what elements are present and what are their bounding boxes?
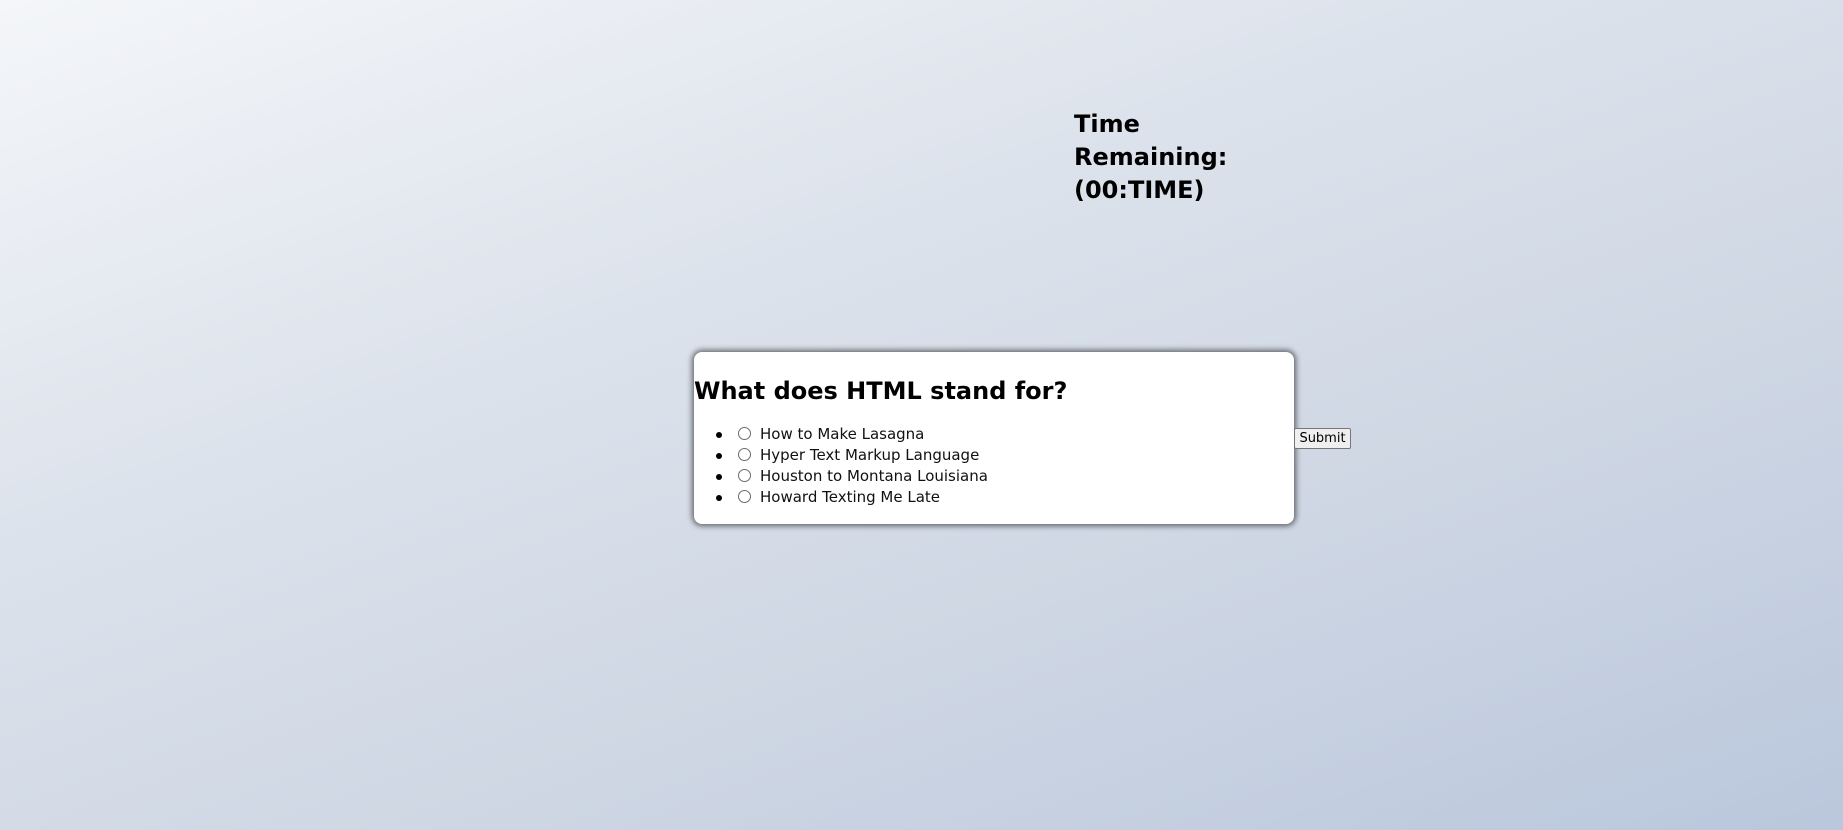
answer-radio[interactable] [738, 427, 751, 440]
bullet-icon [716, 495, 722, 501]
answer-radio[interactable] [738, 448, 751, 461]
time-remaining-label: Time Remaining: [1074, 110, 1228, 171]
bullet-icon [716, 453, 722, 459]
answer-radio[interactable] [738, 469, 751, 482]
question-heading: What does HTML stand for? [694, 377, 1068, 405]
time-remaining-display: Time Remaining: (00:TIME) [1074, 108, 1294, 207]
bullet-icon [716, 474, 722, 480]
bullet-icon [716, 432, 722, 438]
submit-button[interactable]: Submit [1294, 428, 1351, 449]
time-remaining-value: (00:TIME) [1074, 176, 1205, 204]
answer-label[interactable]: Houston to Montana Louisiana [760, 467, 988, 485]
answer-label[interactable]: Howard Texting Me Late [760, 488, 940, 506]
answer-label[interactable]: How to Make Lasagna [760, 425, 924, 443]
answer-radio[interactable] [738, 490, 751, 503]
answer-label[interactable]: Hyper Text Markup Language [760, 446, 979, 464]
